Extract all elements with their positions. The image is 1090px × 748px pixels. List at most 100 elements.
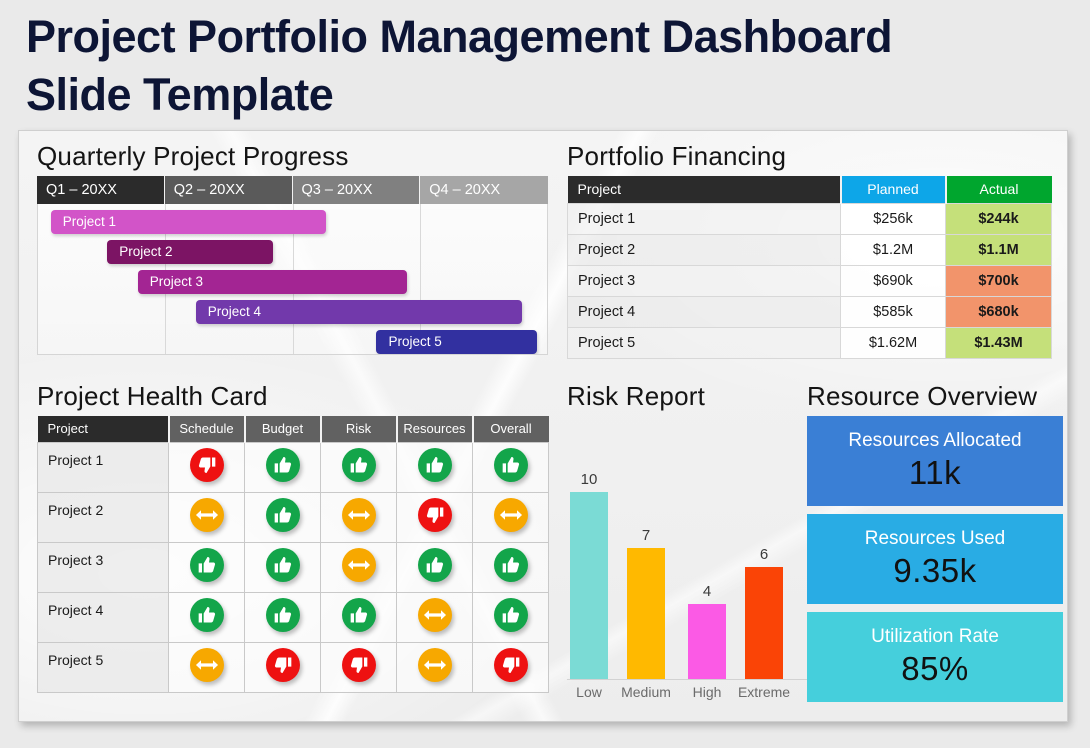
health-cell-overall — [472, 591, 549, 643]
chart-bar-value: 7 — [641, 527, 651, 544]
table-row: Project 2 $1.2M $1.1M — [567, 233, 1052, 266]
gantt-quarter-q3: Q3 – 20XX — [292, 176, 421, 204]
thumbs-up-icon — [493, 547, 528, 582]
chart-bar-column: 10 — [570, 471, 608, 679]
financing-cell-actual: $244k — [945, 202, 1052, 235]
health-cell-project: Project 3 — [37, 541, 169, 593]
health-col-budget: Budget — [244, 416, 322, 442]
resource-card-value: 85% — [901, 650, 969, 687]
table-row: Project 4 — [37, 591, 549, 643]
financing-cell-actual: $680k — [945, 295, 1052, 328]
thumbs-up-icon — [493, 447, 528, 482]
thumbs-up-icon — [417, 447, 452, 482]
chart-category-labels: Low Medium High Extreme — [567, 684, 807, 706]
financing-col-actual: Actual — [945, 176, 1052, 203]
resource-card: Utilization Rate 85% — [807, 612, 1063, 702]
thumbs-up-icon — [189, 597, 224, 632]
health-cell-risk — [320, 541, 397, 593]
health-cell-risk — [320, 491, 397, 543]
health-cell-schedule — [168, 491, 245, 543]
health-cell-risk — [320, 591, 397, 643]
double-arrow-icon — [493, 497, 528, 532]
resource-card-label: Utilization Rate — [871, 626, 999, 647]
portfolio-financing-table: Project Planned Actual Project 1 $256k $24… — [567, 176, 1052, 359]
chart-bar-column: 6 — [745, 546, 783, 679]
financing-cell-project: Project 4 — [567, 295, 841, 328]
health-cell-budget — [244, 591, 321, 643]
health-cell-overall — [472, 441, 549, 493]
table-row: Project 1 $256k $244k — [567, 202, 1052, 235]
resource-card: Resources Used 9.35k — [807, 514, 1063, 604]
thumbs-down-icon — [189, 447, 224, 482]
risk-heading: Risk Report — [567, 381, 706, 411]
thumbs-down-icon — [265, 647, 300, 682]
chart-bar-column: 7 — [627, 527, 665, 679]
thumbs-down-icon — [417, 497, 452, 532]
quarterly-project-progress-gantt: Q1 – 20XX Q2 – 20XX Q3 – 20XX Q4 – 20XX … — [37, 176, 548, 356]
resource-overview-cards: Resources Allocated 11k Resources Used 9.35… — [807, 416, 1063, 710]
health-cell-risk — [320, 441, 397, 493]
chart-plot-area: 10 7 4 6 — [567, 464, 807, 679]
financing-cell-planned: $1.62M — [840, 326, 946, 359]
financing-cell-planned: $690k — [840, 264, 946, 297]
health-cell-resources — [396, 541, 473, 593]
health-cell-resources — [396, 441, 473, 493]
financing-cell-project: Project 3 — [567, 264, 841, 297]
health-cell-project: Project 4 — [37, 591, 169, 643]
gantt-bar: Project 4 — [195, 300, 522, 324]
table-row: Project 3 $690k $700k — [567, 264, 1052, 297]
chart-bar-value: 4 — [702, 583, 712, 600]
double-arrow-icon — [189, 647, 224, 682]
health-cell-project: Project 2 — [37, 491, 169, 543]
health-cell-budget — [244, 491, 321, 543]
financing-cell-planned: $1.2M — [840, 233, 946, 266]
double-arrow-icon — [417, 597, 452, 632]
health-col-schedule: Schedule — [168, 416, 246, 442]
health-cell-overall — [472, 491, 549, 543]
financing-cell-planned: $585k — [840, 295, 946, 328]
health-cell-schedule — [168, 441, 245, 493]
thumbs-up-icon — [265, 547, 300, 582]
health-heading: Project Health Card — [37, 381, 268, 411]
table-row: Project 5 — [37, 641, 549, 693]
health-cell-budget — [244, 641, 321, 693]
resource-card-label: Resources Allocated — [848, 430, 1022, 451]
financing-cell-actual: $1.1M — [945, 233, 1052, 266]
health-col-resources: Resources — [396, 416, 474, 442]
resource-card: Resources Allocated 11k — [807, 416, 1063, 506]
health-cell-overall — [472, 541, 549, 593]
thumbs-up-icon — [189, 547, 224, 582]
table-row: Project 3 — [37, 541, 549, 593]
financing-col-planned: Planned — [840, 176, 947, 203]
thumbs-up-icon — [493, 597, 528, 632]
table-row: Project 2 — [37, 491, 549, 543]
health-cell-budget — [244, 441, 321, 493]
health-cell-schedule — [168, 591, 245, 643]
thumbs-up-icon — [265, 497, 300, 532]
health-col-overall: Overall — [472, 416, 549, 442]
table-header-row: Project Planned Actual — [567, 176, 1052, 203]
gantt-quarter-q2: Q2 – 20XX — [164, 176, 293, 204]
health-cell-resources — [396, 641, 473, 693]
financing-cell-project: Project 5 — [567, 326, 841, 359]
chart-bar — [745, 567, 783, 679]
gantt-quarter-q4: Q4 – 20XX — [420, 176, 548, 204]
dashboard-slide: Quarterly Project Progress Q1 – 20XX Q2 … — [18, 130, 1068, 722]
thumbs-up-icon — [417, 547, 452, 582]
financing-cell-project: Project 2 — [567, 233, 841, 266]
financing-cell-actual: $1.43M — [945, 326, 1052, 359]
gantt-quarter-header: Q1 – 20XX Q2 – 20XX Q3 – 20XX Q4 – 20XX — [37, 176, 548, 204]
thumbs-up-icon — [265, 597, 300, 632]
gantt-quarter-q1: Q1 – 20XX — [37, 176, 165, 204]
financing-cell-planned: $256k — [840, 202, 946, 235]
chart-bar-value: 6 — [759, 546, 769, 563]
table-row: Project 1 — [37, 441, 549, 493]
health-cell-budget — [244, 541, 321, 593]
risk-report-chart: 10 7 4 6 Low Medium High Extreme — [567, 416, 807, 716]
health-cell-schedule — [168, 541, 245, 593]
financing-heading: Portfolio Financing — [567, 141, 787, 171]
resource-card-value: 11k — [908, 454, 962, 491]
health-col-project: Project — [37, 416, 170, 442]
health-cell-resources — [396, 491, 473, 543]
page-title: Project Portfolio Management Dashboard S… — [26, 11, 893, 120]
